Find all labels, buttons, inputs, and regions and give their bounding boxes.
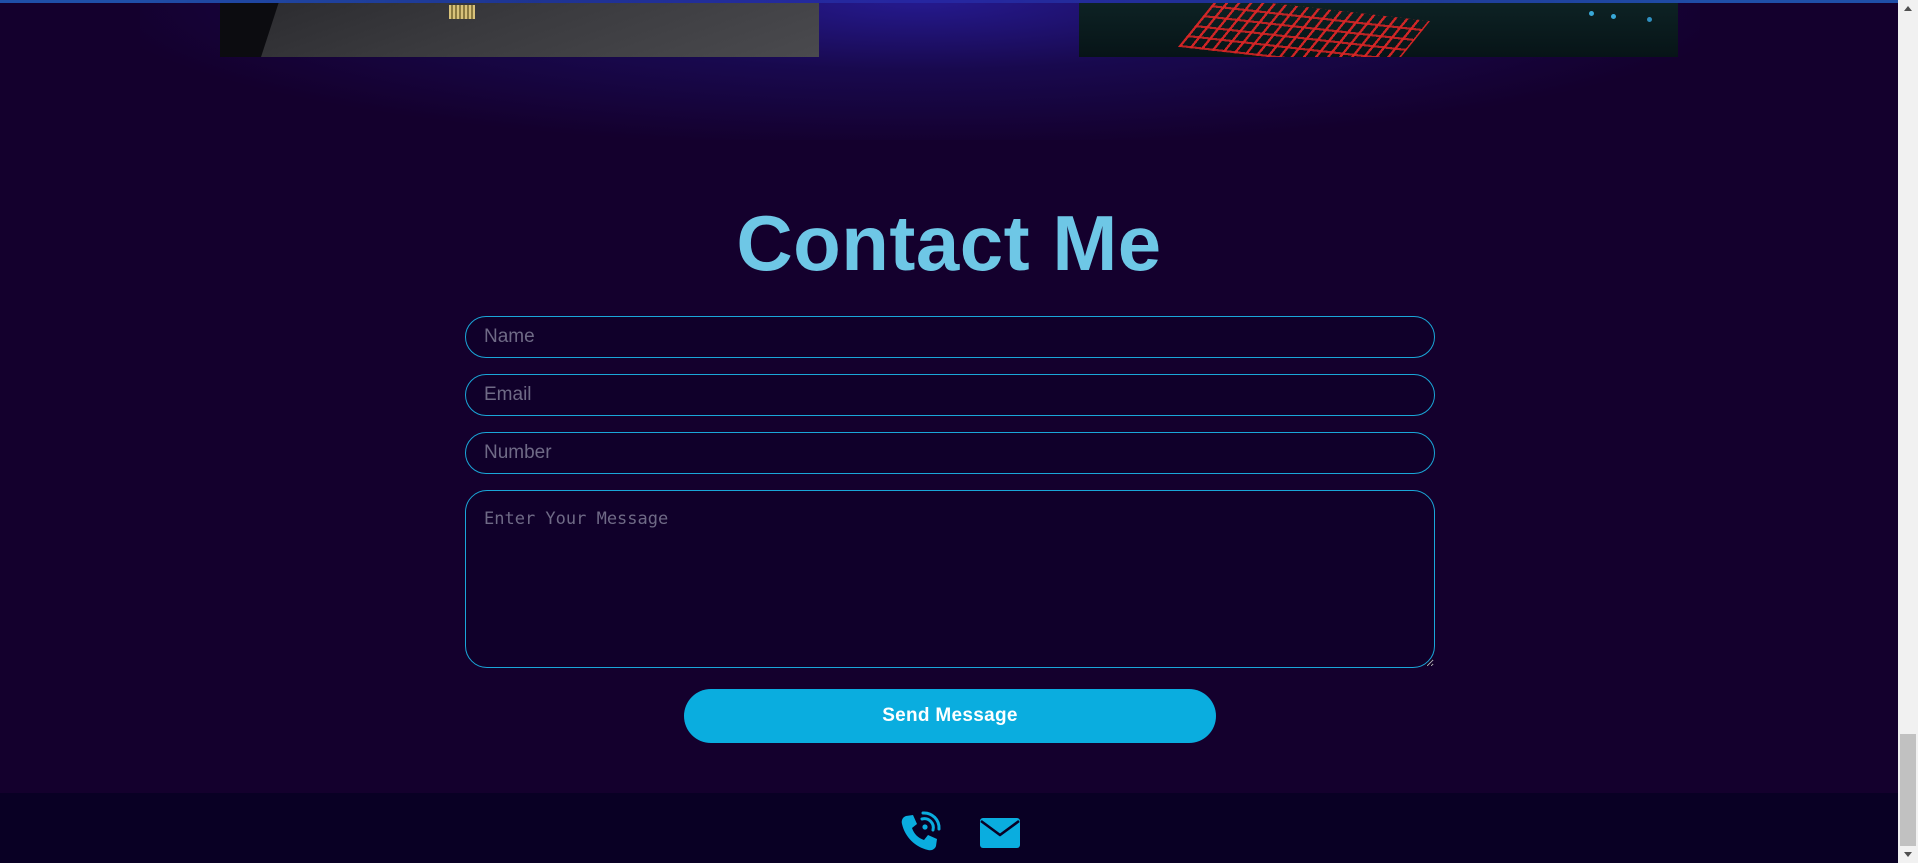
name-field[interactable] [465,316,1435,358]
scroll-down-arrow-icon[interactable] [1904,852,1912,857]
status-led [1647,17,1652,22]
status-led [1611,14,1616,19]
contact-title: Contact Me [736,199,1162,287]
phone-icon[interactable] [898,810,942,854]
chip-detail [449,5,475,19]
status-led [1589,11,1594,16]
project-thumbnail-chip[interactable] [220,3,819,57]
mail-icon[interactable] [978,810,1022,854]
page: Contact Me Send Message [0,0,1918,863]
send-message-button[interactable]: Send Message [684,689,1216,743]
number-field[interactable] [465,432,1435,474]
scroll-thumb[interactable] [1900,734,1916,846]
footer [0,793,1898,863]
scroll-up-arrow-icon[interactable] [1904,6,1912,11]
page-scrollbar[interactable] [1898,0,1918,863]
keyboard-backlight [1178,3,1430,57]
message-textarea[interactable] [465,490,1435,668]
email-field[interactable] [465,374,1435,416]
project-thumbnail-keyboard[interactable] [1079,3,1678,57]
